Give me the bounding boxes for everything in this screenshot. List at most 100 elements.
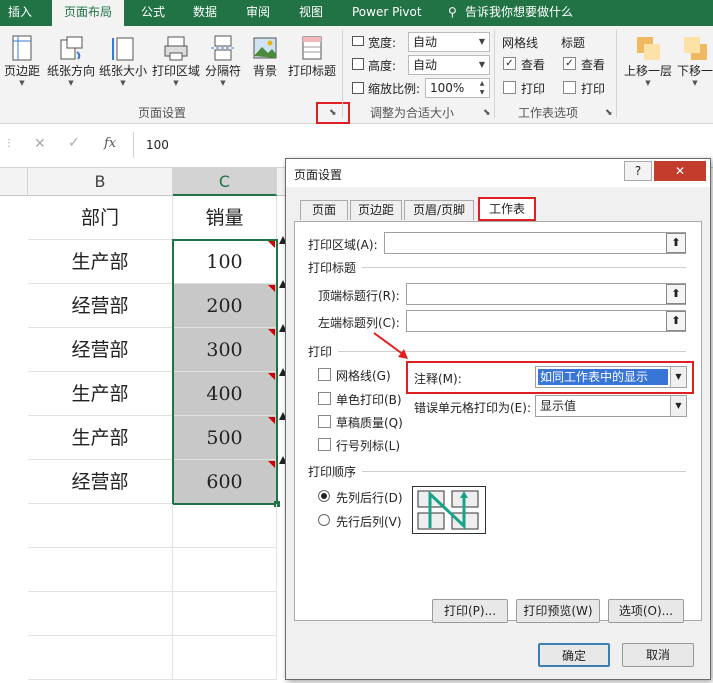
empty-cell[interactable] bbox=[173, 504, 277, 548]
empty-cell[interactable] bbox=[173, 636, 277, 680]
header-cell-dept[interactable]: 部门 bbox=[28, 196, 173, 240]
chevron-down-icon: ▼ bbox=[68, 79, 74, 87]
cancel-icon[interactable]: ✕ bbox=[34, 136, 46, 152]
chevron-down-icon[interactable]: ▼ bbox=[670, 396, 686, 416]
headings-view-checkbox[interactable]: ✓ bbox=[563, 57, 576, 70]
chevron-down-icon[interactable]: ▼ bbox=[475, 33, 489, 51]
dept-cell[interactable]: 生产部 bbox=[28, 416, 173, 460]
comments-label: 注释(M): bbox=[414, 372, 462, 386]
black-and-white-checkbox[interactable] bbox=[318, 392, 331, 405]
tab-header-footer[interactable]: 页眉/页脚 bbox=[404, 200, 474, 220]
tab-insert[interactable]: 插入 bbox=[8, 0, 44, 26]
height-combo[interactable]: 自动 ▼ bbox=[408, 55, 490, 75]
chevron-down-icon[interactable]: ▼ bbox=[670, 367, 686, 387]
dept-cell[interactable]: 经营部 bbox=[28, 284, 173, 328]
dept-cell[interactable]: 生产部 bbox=[28, 372, 173, 416]
group-divider bbox=[616, 30, 617, 118]
page-setup-group-name: 页面设置 bbox=[138, 106, 187, 120]
empty-cell[interactable] bbox=[28, 636, 173, 680]
select-all-corner[interactable] bbox=[0, 168, 28, 196]
breaks-button[interactable]: 分隔符 ▼ bbox=[203, 30, 243, 112]
breaks-icon bbox=[209, 34, 237, 62]
enter-icon[interactable]: ✓ bbox=[68, 135, 80, 151]
print-titles-button[interactable]: 打印标题 bbox=[286, 30, 338, 112]
tab-power-pivot[interactable]: Power Pivot bbox=[352, 0, 432, 26]
dialog-launcher-icon[interactable]: ⬊ bbox=[329, 108, 337, 118]
tab-formulas[interactable]: 公式 bbox=[141, 0, 173, 26]
ok-button[interactable]: 确定 bbox=[538, 643, 610, 667]
tab-data[interactable]: 数据 bbox=[193, 0, 225, 26]
gridlines-heading: 网格线 bbox=[502, 36, 539, 50]
close-icon: ✕ bbox=[674, 164, 686, 178]
chevron-down-icon[interactable]: ▼ bbox=[475, 56, 489, 74]
print-titles-icon bbox=[298, 34, 326, 62]
print-titles-label: 打印标题 bbox=[287, 64, 336, 78]
empty-cell[interactable] bbox=[173, 548, 277, 592]
cell-errors-label: 错误单元格打印为(E): bbox=[414, 401, 531, 415]
close-button[interactable]: ✕ bbox=[654, 161, 706, 181]
background-button[interactable]: 背景 bbox=[248, 30, 282, 112]
chevron-down-icon: ▼ bbox=[173, 79, 179, 87]
bring-forward-button[interactable]: 上移一层 ▼ bbox=[622, 30, 674, 112]
over-then-down-radio[interactable] bbox=[318, 514, 330, 526]
tab-review[interactable]: 审阅 bbox=[246, 0, 278, 26]
tab-view[interactable]: 视图 bbox=[299, 0, 331, 26]
gridlines-view-checkbox[interactable]: ✓ bbox=[503, 57, 516, 70]
dept-cell[interactable]: 生产部 bbox=[28, 240, 173, 284]
cancel-button[interactable]: 取消 bbox=[622, 643, 694, 667]
orientation-icon bbox=[57, 34, 85, 62]
formula-input[interactable]: 100 bbox=[133, 132, 713, 158]
orientation-button[interactable]: 纸张方向 ▼ bbox=[45, 30, 97, 112]
spinner-arrows-icon[interactable]: ▲ ▼ bbox=[475, 79, 489, 97]
tab-page[interactable]: 页面 bbox=[300, 200, 348, 220]
height-icon bbox=[352, 58, 364, 70]
help-button[interactable]: ? bbox=[624, 161, 652, 181]
comments-select[interactable]: 如同工作表中的显示 ▼ bbox=[535, 366, 687, 388]
tab-page-layout[interactable]: 页面布局 bbox=[52, 0, 124, 26]
column-header-c[interactable]: C bbox=[173, 168, 277, 196]
empty-cell[interactable] bbox=[28, 592, 173, 636]
lightbulb-icon: ⚲ bbox=[448, 5, 457, 19]
print-area-button[interactable]: 打印区域 ▼ bbox=[151, 30, 201, 112]
print-button[interactable]: 打印(P)... bbox=[432, 599, 508, 623]
margins-button[interactable]: 页边距 ▼ bbox=[2, 30, 42, 112]
width-combo[interactable]: 自动 ▼ bbox=[408, 32, 490, 52]
print-preview-button[interactable]: 打印预览(W) bbox=[516, 599, 600, 623]
dept-cell[interactable]: 经营部 bbox=[28, 460, 173, 504]
dept-cell[interactable]: 经营部 bbox=[28, 328, 173, 372]
collapse-dialog-icon[interactable]: ⬆ bbox=[666, 233, 686, 253]
paper-size-icon bbox=[109, 34, 137, 62]
gridlines-checkbox[interactable] bbox=[318, 368, 331, 381]
collapse-dialog-icon[interactable]: ⬆ bbox=[666, 284, 686, 304]
bring-forward-icon bbox=[634, 34, 662, 62]
ribbon: 页边距 ▼ 纸张方向 ▼ 纸张大小 ▼ 打印区域 ▼ 分隔符 ▼ 背景 打印标题 页面设置… bbox=[0, 26, 713, 124]
header-cell-sales[interactable]: 销量 bbox=[173, 196, 277, 240]
print-area-input[interactable] bbox=[384, 232, 686, 254]
down-then-over-label: 先列后行(D) bbox=[336, 491, 403, 505]
column-header-b[interactable]: B bbox=[28, 168, 173, 196]
options-button[interactable]: 选项(O)... bbox=[608, 599, 684, 623]
selection-range bbox=[172, 239, 278, 505]
empty-cell[interactable] bbox=[28, 548, 173, 592]
collapse-dialog-icon[interactable]: ⬆ bbox=[666, 311, 686, 331]
tab-margins[interactable]: 页边距 bbox=[350, 200, 402, 220]
gridlines-print-checkbox[interactable] bbox=[503, 81, 516, 94]
empty-cell[interactable] bbox=[173, 592, 277, 636]
row-col-headings-checkbox[interactable] bbox=[318, 438, 331, 451]
empty-cell[interactable] bbox=[28, 504, 173, 548]
insert-function-icon[interactable]: fx bbox=[104, 136, 116, 151]
draft-quality-checkbox[interactable] bbox=[318, 415, 331, 428]
cell-errors-select[interactable]: 显示值 ▼ bbox=[535, 395, 687, 417]
down-then-over-radio[interactable] bbox=[318, 490, 330, 502]
headings-print-checkbox[interactable] bbox=[563, 81, 576, 94]
scale-label: 缩放比例: bbox=[368, 82, 421, 96]
dialog-launcher-icon[interactable]: ⬊ bbox=[483, 108, 491, 118]
rows-to-repeat-input[interactable] bbox=[406, 283, 686, 305]
size-button[interactable]: 纸张大小 ▼ bbox=[98, 30, 148, 112]
columns-to-repeat-input[interactable] bbox=[406, 310, 686, 332]
scale-spinner[interactable]: 100% ▲ ▼ bbox=[425, 78, 490, 98]
tell-me-search[interactable]: 告诉我你想要做什么 bbox=[465, 0, 595, 26]
tab-sheet[interactable]: 工作表 bbox=[478, 197, 536, 221]
send-backward-button[interactable]: 下移一 ▼ bbox=[675, 30, 713, 112]
dialog-launcher-icon[interactable]: ⬊ bbox=[605, 108, 613, 118]
